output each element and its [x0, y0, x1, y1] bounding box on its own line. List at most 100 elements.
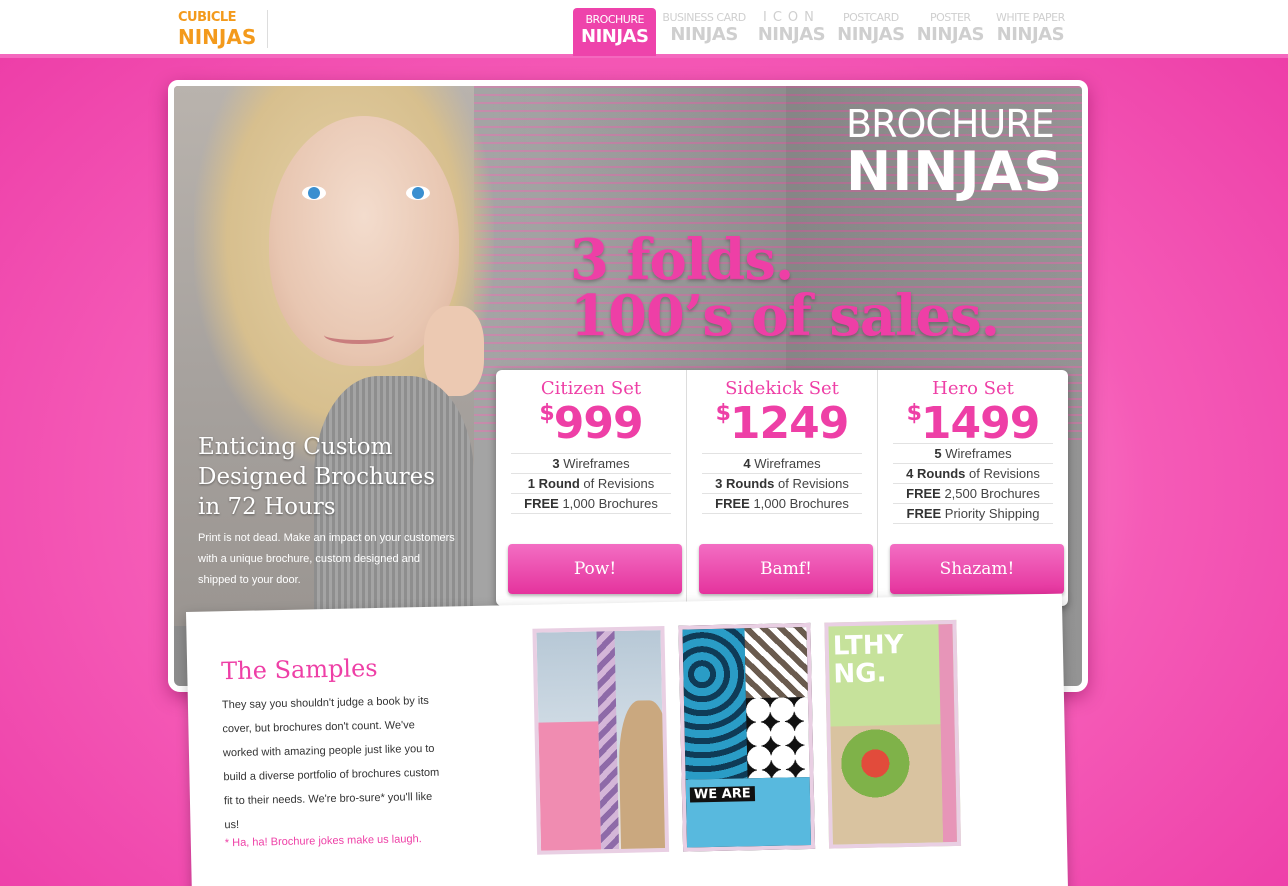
feature-bold: 3	[552, 456, 560, 471]
nav-icon-ninjas[interactable]: ICON NINJAS	[752, 8, 831, 56]
plan-features: 4 Wireframes 3 Rounds of Revisions FREE …	[702, 453, 862, 514]
plan-name: Sidekick Set	[725, 378, 839, 399]
sample-2-headline: WE ARE	[689, 786, 755, 803]
plan-name: Hero Set	[932, 378, 1014, 399]
feature-bold: 5	[934, 446, 942, 461]
photo-eye-right	[406, 186, 430, 200]
feature-text: 2,500 Brochures	[940, 486, 1040, 501]
feature-bold: 4	[743, 456, 751, 471]
nav-label-big: NINJAS	[581, 26, 649, 47]
plan-citizen-set: Citizen Set $999 3 Wireframes 1 Round of…	[496, 370, 687, 606]
nav-label-big: NINJAS	[837, 24, 905, 45]
plan-features: 5 Wireframes 4 Rounds of Revisions FREE …	[893, 443, 1053, 524]
nav-label-small: BROCHURE	[585, 13, 644, 26]
samples-body: They say you shouldn't judge a book by i…	[221, 694, 440, 832]
sample-damask-pattern	[682, 628, 748, 780]
feature-text: of Revisions	[774, 476, 849, 491]
hero-body: Print is not dead. Make an impact on you…	[198, 532, 455, 586]
sample-pink-panel	[538, 721, 602, 855]
nav-label-big: NINJAS	[916, 24, 985, 45]
feature-item: FREE 1,000 Brochures	[702, 493, 862, 514]
feature-text: 1,000 Brochures	[558, 496, 658, 511]
nav-brochure-ninjas[interactable]: BROCHURE NINJAS	[573, 8, 657, 56]
plan-name: Citizen Set	[540, 378, 642, 399]
feature-text: 1,000 Brochures	[749, 496, 849, 511]
brand-line-1: BROCHURE	[846, 102, 1055, 146]
plan-price: $1249	[687, 399, 877, 449]
plan-features: 3 Wireframes 1 Round of Revisions FREE 1…	[511, 453, 671, 514]
plan-hero-set: Hero Set $1499 5 Wireframes 4 Rounds of …	[878, 370, 1068, 606]
feature-bold: 1 Round	[527, 476, 580, 491]
nav-white-paper-ninjas[interactable]: WHITE PAPER NINJAS	[990, 8, 1071, 56]
feature-bold: FREE	[906, 486, 941, 501]
brochure-ninjas-brand: BROCHURE NINJAS	[846, 102, 1064, 203]
price-value: 1499	[920, 398, 1040, 449]
logo-line-2: NINJAS	[178, 25, 257, 49]
nav-label-small: POSTCARD	[843, 11, 899, 24]
photo-smile	[324, 326, 394, 344]
feature-text: Wireframes	[559, 456, 630, 471]
sample-brochure-2[interactable]: WE ARE	[678, 622, 816, 852]
hero-tagline: 3 folds. 100’s of sales.	[570, 227, 1000, 349]
plan-price: $1499	[878, 399, 1068, 449]
nav-label-big: NINJAS	[757, 24, 826, 45]
sample-brochure-3[interactable]: LTHY NG.	[824, 619, 962, 849]
nav-business-card-ninjas[interactable]: BUSINESS CARD NINJAS	[656, 8, 751, 56]
nav-label-small: WHITE PAPER	[995, 11, 1065, 24]
sample-vegetables-image	[830, 724, 944, 849]
shazam-button[interactable]: Shazam!	[890, 544, 1064, 594]
sample-diamond-pattern	[744, 626, 816, 699]
pricing-table: Citizen Set $999 3 Wireframes 1 Round of…	[496, 370, 1068, 606]
brand-line-2: NINJAS	[846, 140, 1064, 203]
nav-label-small: POSTER	[929, 11, 971, 24]
logo-line-1: CUBICLE	[178, 10, 237, 25]
sample-3-headline: LTHY NG.	[832, 629, 904, 690]
currency-symbol: $	[539, 401, 554, 426]
feature-text: Priority Shipping	[941, 506, 1040, 521]
hero-heading: Enticing Custom Designed Brochures in 72…	[198, 434, 436, 520]
feature-bold: FREE	[524, 496, 559, 511]
nav-label-small: BUSINESS CARD	[662, 11, 746, 24]
feature-item: FREE Priority Shipping	[893, 503, 1053, 524]
samples-title: The Samples	[220, 654, 378, 686]
sample-circle-pattern	[745, 696, 816, 779]
tagline-line-2: 100’s of sales.	[570, 283, 1000, 349]
feature-item: 4 Wireframes	[702, 453, 862, 473]
nav-label-small: ICON	[762, 10, 820, 25]
nav-label-big: NINJAS	[670, 24, 738, 45]
top-bar: CUBICLE NINJAS BROCHURE NINJAS BUSINESS …	[0, 0, 1288, 58]
price-value: 1249	[729, 398, 849, 449]
hero-copy: Enticing Custom Designed Brochures in 72…	[198, 432, 458, 591]
photo-eye-left	[302, 186, 326, 200]
price-value: 999	[553, 398, 644, 449]
feature-bold: FREE	[906, 506, 942, 521]
sample-brochure-1[interactable]	[532, 625, 670, 855]
feature-item: 1 Round of Revisions	[511, 473, 671, 493]
feature-item: 3 Rounds of Revisions	[702, 473, 862, 493]
nav-poster-ninjas[interactable]: POSTER NINJAS	[911, 8, 990, 56]
feature-text: Wireframes	[941, 446, 1012, 461]
feature-bold: 3 Rounds	[715, 476, 775, 491]
feature-item: FREE 2,500 Brochures	[893, 483, 1053, 503]
currency-symbol: $	[906, 401, 922, 426]
samples-section: The Samples They say you shouldn't judge…	[186, 593, 1069, 886]
product-nav: BROCHURE NINJAS BUSINESS CARD NINJAS ICO…	[573, 8, 1071, 58]
plan-price: $999	[496, 399, 686, 449]
bamf-button[interactable]: Bamf!	[699, 544, 873, 594]
pow-button[interactable]: Pow!	[508, 544, 682, 594]
plan-sidekick-set: Sidekick Set $1249 4 Wireframes 3 Rounds…	[687, 370, 878, 606]
feature-bold: FREE	[715, 496, 750, 511]
feature-bold: 4 Rounds	[906, 466, 966, 481]
feature-item: FREE 1,000 Brochures	[511, 493, 671, 514]
tagline-line-1: 3 folds.	[570, 227, 794, 293]
feature-text: of Revisions	[579, 476, 655, 491]
sample-striped-band	[596, 631, 620, 850]
sample-woman-image	[617, 699, 670, 855]
nav-label-big: NINJAS	[996, 24, 1065, 45]
feature-text: Wireframes	[750, 456, 821, 471]
nav-postcard-ninjas[interactable]: POSTCARD NINJAS	[831, 8, 910, 56]
feature-item: 4 Rounds of Revisions	[893, 463, 1053, 483]
cubicle-ninjas-logo[interactable]: CUBICLE NINJAS	[178, 10, 268, 48]
feature-item: 3 Wireframes	[511, 453, 671, 473]
feature-text: of Revisions	[965, 466, 1040, 481]
